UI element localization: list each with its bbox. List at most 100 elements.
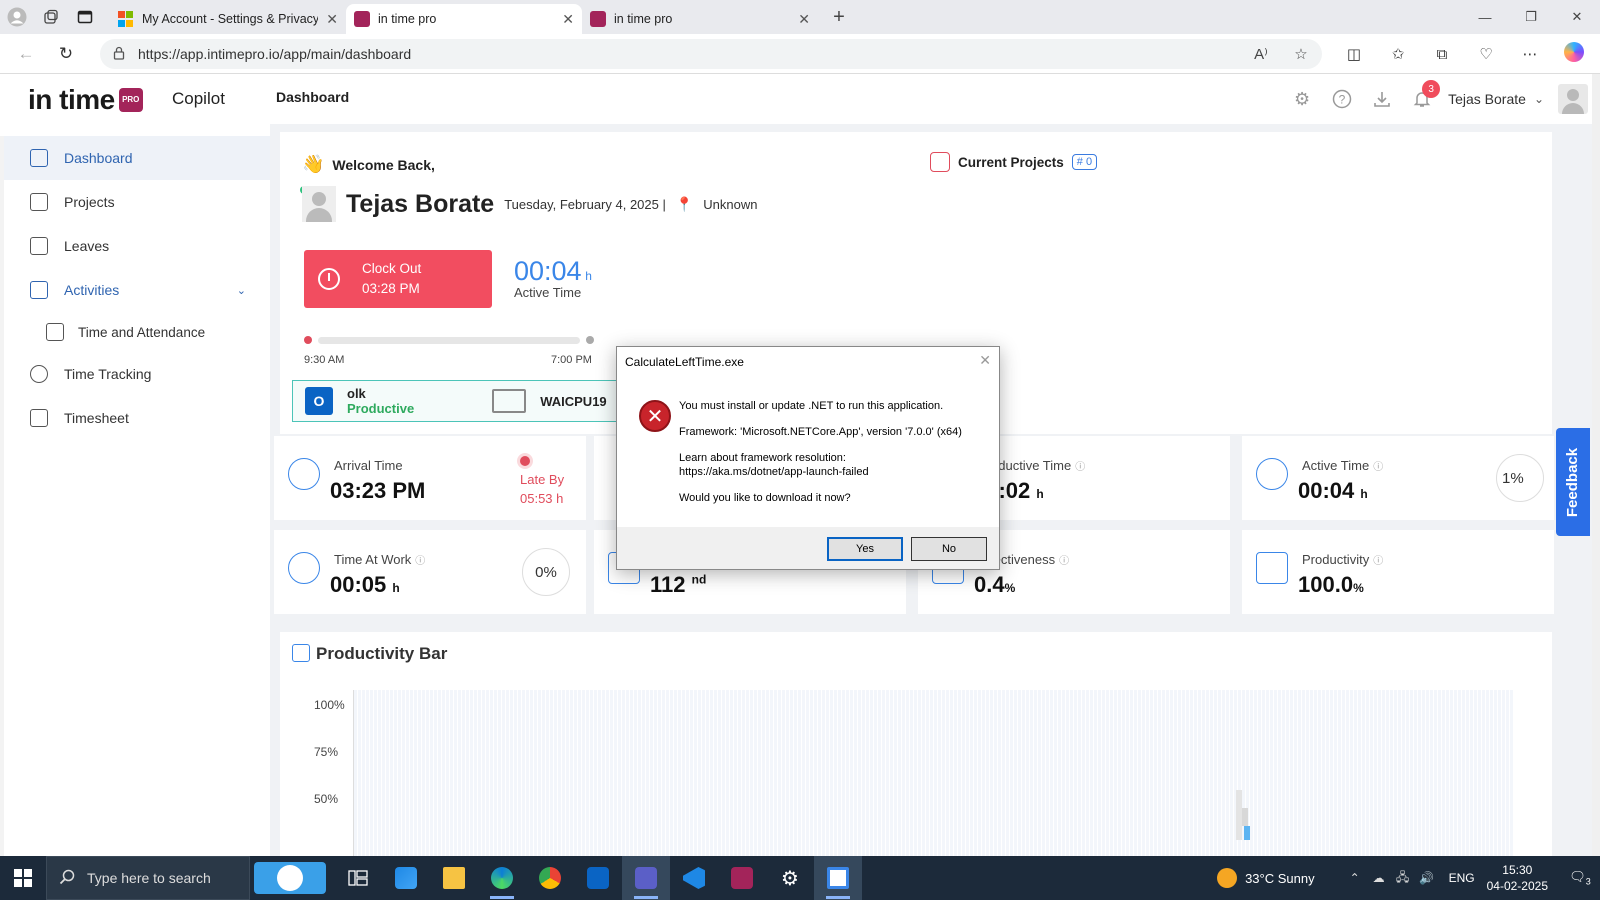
arrival-time-card: Arrival Time 03:23 PM Late By 05:53 h [274, 436, 586, 520]
intimepro-favicon-icon [354, 11, 370, 27]
dotnet-app-window-icon[interactable] [814, 856, 862, 900]
clock-out-time: 03:28 PM [362, 281, 420, 296]
url-field[interactable]: https://app.intimepro.io/app/main/dashbo… [100, 39, 1322, 69]
info-icon[interactable]: ⓘ [1373, 462, 1383, 473]
outlook-icon[interactable] [574, 856, 622, 900]
file-explorer-icon[interactable] [430, 856, 478, 900]
info-icon[interactable]: ⓘ [1075, 462, 1085, 473]
minimize-icon[interactable]: — [1462, 0, 1508, 34]
dialog-title: CalculateLeftTime.exe [625, 355, 744, 369]
sidebar-item-time-tracking[interactable]: Time Tracking [4, 352, 270, 396]
sidebar-item-dashboard[interactable]: Dashboard [4, 136, 270, 180]
feedback-label: Feedback [1564, 447, 1582, 517]
chevron-down-icon[interactable]: ⌄ [237, 284, 246, 297]
calendar-icon [30, 237, 48, 255]
dialog-no-button[interactable]: No [911, 537, 987, 561]
teams-icon[interactable] [622, 856, 670, 900]
intimepro-logo[interactable]: in time PRO [28, 84, 143, 116]
clock-out-button[interactable]: Clock Out 03:28 PM [304, 250, 492, 308]
window-controls: — ❐ ✕ [1462, 0, 1600, 34]
active-time-clock-icon [1256, 458, 1288, 490]
y-tick-75: 75% [314, 745, 339, 759]
back-button[interactable]: ← [6, 34, 46, 74]
microsoft-logo-icon [118, 11, 134, 27]
start-button[interactable] [0, 856, 46, 900]
sidebar-item-label: Projects [64, 194, 115, 210]
sidebar-item-projects[interactable]: Projects [4, 180, 270, 224]
feedback-button[interactable]: Feedback [1556, 428, 1590, 536]
notification-center-icon[interactable]: 🗨3 [1560, 869, 1600, 887]
tab-in-time-pro-active[interactable]: in time pro ✕ [346, 4, 582, 34]
chrome-icon[interactable] [526, 856, 574, 900]
vscode-icon[interactable] [670, 856, 718, 900]
info-icon[interactable]: ⓘ [1059, 556, 1069, 567]
volume-icon[interactable]: 🔊 [1415, 871, 1439, 885]
active-time-unit: h [585, 269, 592, 283]
intimepro-app-icon[interactable] [718, 856, 766, 900]
task-view-icon[interactable] [334, 856, 382, 900]
current-projects-count: # 0 [1071, 154, 1098, 170]
copilot-icon[interactable] [1552, 42, 1596, 66]
sidebar-item-timesheet[interactable]: Timesheet [4, 396, 270, 440]
split-screen-icon[interactable]: ◫ [1332, 45, 1376, 63]
clock-date: 04-02-2025 [1486, 879, 1548, 893]
close-tab-icon[interactable]: ✕ [798, 11, 810, 28]
notification-bell-icon[interactable]: 3 [1402, 80, 1442, 114]
more-menu-icon[interactable]: ⋯ [1508, 45, 1552, 63]
close-tab-icon[interactable]: ✕ [562, 11, 574, 28]
tab-in-time-pro[interactable]: in time pro ✕ [582, 4, 818, 34]
productivity-bar-card: Productivity Bar 100% 75% 50% [280, 632, 1552, 860]
favorite-star-icon[interactable]: ☆ [1281, 45, 1321, 63]
browser-essentials-icon[interactable]: ♡ [1464, 45, 1508, 63]
microsoft-store-icon[interactable] [382, 856, 430, 900]
time-at-work-card: Time At Work ⓘ 00:05 h 0% [274, 530, 586, 614]
lock-icon[interactable] [112, 46, 126, 63]
tab-my-account[interactable]: My Account - Settings & Privacy ✕ [110, 4, 346, 34]
address-bar-row: ← ↻ https://app.intimepro.io/app/main/da… [0, 34, 1600, 74]
tab-actions-icon[interactable] [68, 0, 102, 34]
logo-text: in time [28, 84, 115, 115]
current-projects-label: Current Projects [958, 154, 1064, 170]
sidebar-item-leaves[interactable]: Leaves [4, 224, 270, 268]
welcome-greeting: Welcome Back, [332, 156, 435, 173]
edge-browser-icon[interactable] [478, 856, 526, 900]
help-icon[interactable]: ? [1322, 84, 1362, 114]
language-indicator[interactable]: ENG [1449, 871, 1475, 885]
settings-gear-icon[interactable]: ⚙ [766, 856, 814, 900]
restore-icon[interactable]: ❐ [1508, 0, 1554, 34]
profile-icon[interactable] [0, 0, 34, 34]
collections-icon[interactable]: ⧉ [1420, 46, 1464, 63]
taskbar-clock[interactable]: 15:30 04-02-2025 [1487, 862, 1548, 894]
network-icon[interactable]: 🖧 [1391, 868, 1415, 889]
info-icon[interactable]: ⓘ [415, 556, 425, 567]
favorites-icon[interactable]: ✩ [1376, 45, 1420, 63]
sidebar-item-label: Timesheet [64, 410, 129, 426]
download-icon[interactable] [1362, 84, 1402, 114]
sidebar-item-time-and-attendance[interactable]: Time and Attendance [4, 312, 270, 352]
close-tab-icon[interactable]: ✕ [326, 11, 338, 28]
time-at-work-value-wrap: 00:05 h [330, 572, 400, 598]
close-window-icon[interactable]: ✕ [1554, 0, 1600, 34]
new-tab-button[interactable]: + [824, 6, 854, 29]
weather-text[interactable]: 33°C Sunny [1245, 871, 1315, 886]
user-avatar[interactable] [1558, 84, 1588, 114]
dialog-yes-button[interactable]: Yes [827, 537, 903, 561]
settings-gear-icon[interactable]: ⚙ [1282, 84, 1322, 114]
info-icon[interactable]: ⓘ [1373, 556, 1383, 567]
chevron-down-icon[interactable]: ⌄ [1534, 92, 1544, 106]
workspaces-icon[interactable] [34, 0, 68, 34]
chevron-up-icon[interactable]: ⌃ [1343, 871, 1367, 885]
onedrive-cloud-icon[interactable]: ☁ [1367, 871, 1391, 885]
dialog-line-3: Learn about framework resolution: [679, 452, 846, 464]
dialog-close-icon[interactable]: ✕ [979, 352, 991, 369]
user-name[interactable]: Tejas Borate [1448, 91, 1526, 107]
error-icon: ✕ [639, 400, 671, 432]
taskbar-search[interactable]: Type here to search [46, 856, 250, 900]
sidebar-item-activities[interactable]: Activities ⌄ [4, 268, 270, 312]
productivity-bar-active [1244, 826, 1250, 840]
page-scrollbar[interactable] [1592, 74, 1600, 856]
refresh-button[interactable]: ↻ [46, 34, 86, 74]
read-aloud-icon[interactable]: A⁾ [1241, 45, 1281, 63]
current-projects[interactable]: Current Projects # 0 [930, 152, 1098, 172]
search-highlight-icon[interactable] [254, 862, 326, 894]
